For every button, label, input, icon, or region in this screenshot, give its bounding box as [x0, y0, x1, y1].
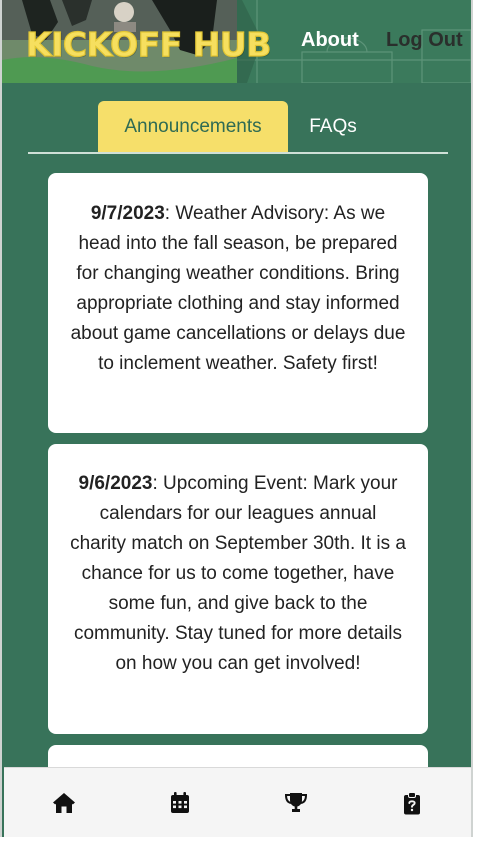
announcement-text: : Upcoming Event: Mark your calendars fo… [70, 473, 406, 674]
header: KICKOFF HUB About Log Out [2, 0, 471, 83]
window-edge [473, 0, 479, 843]
announcement-text: : Weather Advisory: As we head into the … [70, 203, 406, 374]
nav-faq-button[interactable] [397, 788, 427, 818]
nav-schedule-button[interactable] [165, 788, 195, 818]
home-icon [53, 793, 75, 813]
tab-announcements[interactable]: Announcements [98, 101, 288, 152]
bottom-nav [4, 767, 471, 837]
nav-standings-button[interactable] [281, 788, 311, 818]
nav-logout-link[interactable]: Log Out [386, 30, 463, 50]
announcement-card: 9/6/2023: Upcoming Event: Mark your cale… [48, 444, 428, 734]
announcement-date: 9/7/2023 [90, 203, 165, 224]
tab-bar: Announcements FAQs [28, 101, 448, 154]
clipboard-question-icon [404, 791, 420, 814]
nav-about-link[interactable]: About [301, 30, 359, 50]
app-frame: KICKOFF HUB About Log Out Announcements … [0, 0, 473, 843]
logo[interactable]: KICKOFF HUB [25, 27, 272, 61]
nav-home-button[interactable] [49, 788, 79, 818]
announcement-date: 9/6/2023 [78, 473, 153, 494]
window-edge-bottom [0, 837, 479, 843]
announcements-list: 9/7/2023: Weather Advisory: As we head i… [48, 173, 428, 836]
calendar-icon [171, 792, 189, 813]
announcement-card: 9/7/2023: Weather Advisory: As we head i… [48, 173, 428, 433]
trophy-icon [284, 793, 308, 812]
tab-faqs[interactable]: FAQs [293, 101, 373, 152]
